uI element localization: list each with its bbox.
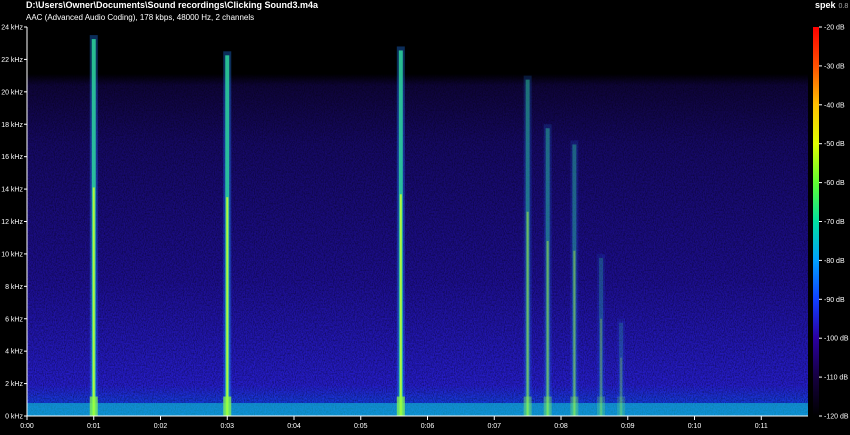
noise-grain: [27, 27, 808, 416]
level-tick-label: -30 dB: [824, 63, 845, 70]
click-mark: [597, 253, 606, 416]
frequency-tick-label: 22 kHz: [1, 57, 23, 64]
time-tick-label: 0:10: [688, 423, 702, 430]
time-tick-label: 0:00: [20, 423, 34, 430]
level-axis: -20 dB -30 dB -40 dB -50 dB -60 dB -70 dB -80 …: [813, 25, 849, 421]
level-tick-label: -60 dB: [824, 180, 845, 187]
level-tick-label: -110 dB: [824, 375, 848, 382]
frequency-tick-label: 6 kHz: [5, 316, 23, 323]
time-tick-label: 0:02: [154, 423, 168, 430]
frequency-tick-label: 8 kHz: [5, 284, 23, 291]
level-tick-label: -120 dB: [824, 414, 849, 421]
level-tick-label: -90 dB: [824, 297, 845, 304]
time-tick-label: 0:11: [755, 423, 768, 430]
click-mark: [396, 46, 405, 416]
level-color-bar: [813, 27, 819, 416]
frequency-tick-label: 14 kHz: [1, 187, 23, 194]
level-tick-label: -100 dB: [824, 336, 849, 343]
time-tick-label: 0:03: [220, 423, 234, 430]
low-frequency-band: [27, 403, 808, 416]
frequency-tick-label: 10 kHz: [1, 251, 23, 258]
frequency-tick-label: 12 kHz: [1, 219, 23, 226]
time-tick-label: 0:09: [621, 423, 635, 430]
level-tick-label: -50 dB: [824, 141, 845, 148]
click-mark: [543, 124, 552, 416]
level-tick-label: -40 dB: [824, 102, 845, 109]
click-mark: [570, 140, 579, 417]
time-tick-label: 0:04: [287, 423, 301, 430]
click-mark: [89, 35, 98, 417]
click-mark: [223, 51, 232, 416]
time-tick-label: 0:06: [421, 423, 435, 430]
time-axis: 0:00 0:01 0:02 0:03 0:04 0:05 0:06 0:07 0:08 0:09…: [20, 415, 808, 430]
level-tick-label: -20 dB: [824, 25, 845, 32]
frequency-axis: 0 kHz 2 kHz 4 kHz 6 kHz 8 kHz 10 kHz 12 kHz 14 …: [1, 25, 28, 421]
frequency-tick-label: 0 kHz: [5, 414, 23, 421]
spectrogram-plot-area: [27, 27, 808, 417]
time-tick-label: 0:08: [554, 423, 568, 430]
frequency-tick-label: 18 kHz: [1, 122, 23, 129]
spectrogram-view: 0 kHz 2 kHz 4 kHz 6 kHz 8 kHz 10 kHz 12 kHz 14 …: [1, 25, 849, 431]
time-tick-label: 0:07: [487, 423, 501, 430]
frequency-tick-label: 2 kHz: [5, 381, 23, 388]
click-mark: [617, 318, 626, 416]
frequency-tick-label: 20 kHz: [1, 89, 23, 96]
level-tick-label: -80 dB: [824, 258, 845, 265]
frequency-tick-label: 24 kHz: [1, 25, 23, 32]
frequency-tick-label: 16 kHz: [1, 154, 23, 161]
click-mark: [523, 75, 532, 416]
level-tick-label: -70 dB: [824, 219, 845, 226]
frequency-tick-label: 4 kHz: [5, 349, 23, 356]
time-tick-label: 0:01: [87, 423, 101, 430]
time-tick-label: 0:05: [354, 423, 368, 430]
